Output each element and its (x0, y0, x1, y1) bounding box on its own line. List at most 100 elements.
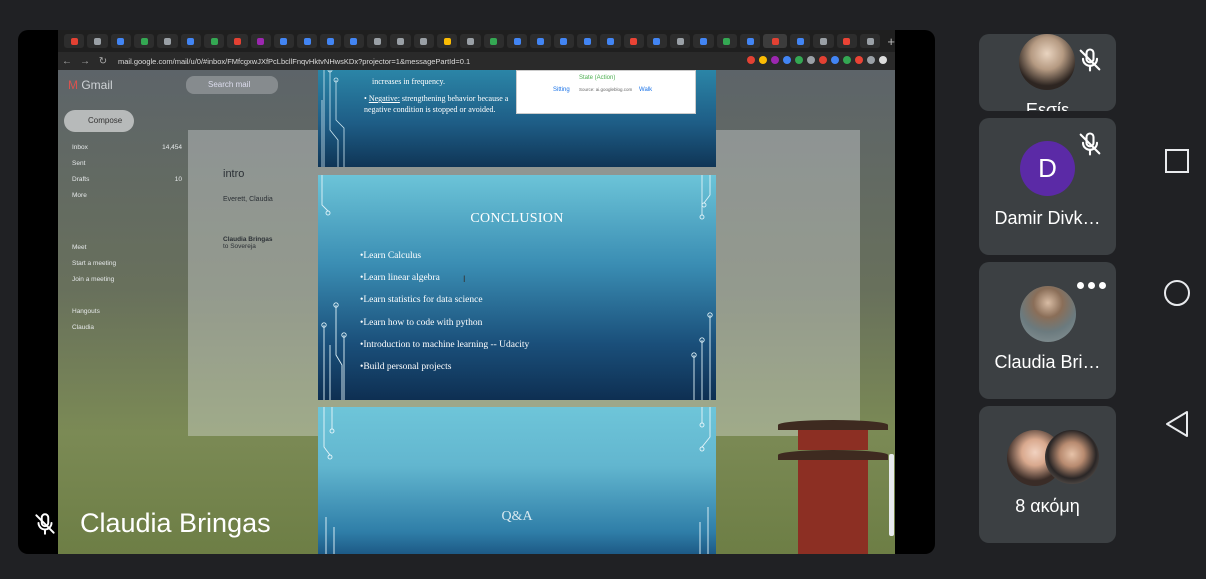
slide1-bullets: increases in frequency. • Negative: stre… (364, 77, 509, 114)
list-item: •Learn how to code with python (360, 317, 483, 328)
browser-tab (813, 34, 834, 48)
gmail-sidebar-label: Claudia (72, 324, 95, 331)
presenter-name: Claudia Bringas (80, 508, 271, 538)
participant-name: Eεσίε (1025, 100, 1070, 111)
participant-tile[interactable]: Claudia Bri… (979, 262, 1116, 399)
participant-tile[interactable]: Eεσίε (979, 34, 1116, 111)
gmail-sidebar-item: More (72, 192, 182, 208)
gmail-logo: M Gmail (68, 78, 113, 92)
browser-tab (203, 34, 225, 48)
favicon-icon (280, 37, 288, 45)
browser-address-bar: ← → ↻ mail.google.com/mail/u/0/#inbox/FM… (58, 52, 895, 70)
participant-name: Damir Divk… (994, 208, 1101, 228)
list-item: •Build personal projects (360, 361, 452, 372)
gmail-sidebar-item: Claudia (72, 324, 182, 340)
conclusion-list: •Learn Calculus •Learn linear algebra •L… (360, 251, 660, 384)
favicon-icon (653, 37, 661, 45)
gmail-sidebar-item: Inbox 14,454 (72, 144, 182, 160)
favicon-icon (676, 37, 684, 45)
favicon-icon (210, 37, 218, 45)
new-tab-icon: + (887, 33, 895, 49)
gmail-sidebar-item: Start a meeting (72, 260, 182, 276)
favicon-icon (583, 37, 591, 45)
participant-tile[interactable]: D Damir Divk… (979, 118, 1116, 255)
presenter-tile[interactable]: + ← → ↻ mail.google.com/mail/u/0/#inbox/… (18, 30, 935, 554)
browser-tab (320, 34, 341, 48)
browser-tab (530, 34, 551, 48)
browser-tab (670, 34, 691, 48)
circuit-decoration-icon (321, 175, 347, 400)
browser-tab (390, 34, 411, 48)
favicon-icon (303, 37, 311, 45)
browser-tab (576, 34, 598, 48)
browser-tab (413, 34, 434, 48)
browser-tab (646, 34, 668, 48)
mic-off-icon (1079, 48, 1101, 72)
avatar: D (1020, 141, 1075, 196)
home-icon[interactable] (1163, 279, 1191, 307)
avatar (1019, 34, 1075, 90)
browser-tab (693, 34, 714, 48)
favicon-icon (513, 37, 521, 45)
recents-icon[interactable] (1163, 147, 1191, 175)
gmail-sidebar-item: Join a meeting (72, 276, 182, 292)
circuit-decoration-icon (699, 407, 711, 554)
favicon-icon (420, 37, 428, 45)
text-cursor-icon: I (463, 274, 466, 284)
gmail-compose: Compose (64, 110, 134, 132)
favicon-icon (606, 37, 614, 45)
favicon-icon (700, 37, 708, 45)
favicon-icon (536, 37, 544, 45)
browser-tab (343, 34, 365, 48)
browser-tab (64, 34, 85, 48)
favicon-icon (257, 37, 265, 45)
scrollbar[interactable] (889, 454, 894, 536)
gmail-sidebar-label: Drafts (72, 176, 90, 183)
browser-tab (506, 34, 528, 48)
mic-off-icon (35, 512, 55, 535)
favicon-icon (163, 37, 171, 45)
shared-screen: + ← → ↻ mail.google.com/mail/u/0/#inbox/… (58, 30, 895, 554)
browser-tab (273, 34, 295, 48)
browser-tab (860, 34, 881, 48)
gmail-sidebar: Inbox 14,454 Sent Drafts 10 More Meet Start a m… (72, 144, 182, 340)
gmail-sidebar-item: Drafts 10 (72, 176, 182, 192)
browser-tab (297, 34, 318, 48)
browser-tab (180, 34, 201, 48)
browser-tab (133, 34, 155, 48)
circuit-decoration-icon (321, 70, 345, 167)
gmail-sidebar-count: 10 (174, 176, 182, 183)
favicon-icon (70, 37, 78, 45)
browser-tab (367, 34, 388, 48)
favicon-icon (723, 37, 731, 45)
favicon-icon (397, 37, 405, 45)
gmail-sidebar-label: Join a meeting (72, 276, 115, 283)
browser-tab (740, 34, 761, 48)
back-arrow-icon: ← (62, 55, 72, 67)
browser-tab (157, 34, 178, 48)
favicon-icon (350, 37, 358, 45)
forward-arrow-icon: → (80, 55, 90, 67)
favicon-icon (233, 37, 241, 45)
favicon-icon (820, 37, 828, 45)
gmail-sidebar-item: Meet (72, 244, 182, 260)
gmail-sidebar-label: Start a meeting (72, 260, 117, 267)
favicon-icon (327, 37, 335, 45)
participant-name: Claudia Bri… (994, 352, 1101, 372)
gmail-sender: Claudia Bringas to Sovereja (223, 236, 273, 250)
favicon-icon (771, 37, 779, 45)
browser-tab (600, 34, 621, 48)
mic-off-icon (1079, 132, 1101, 156)
browser-tab (483, 34, 504, 48)
extension-icons (747, 56, 887, 64)
gmail-sidebar-label: Sent (72, 160, 86, 167)
slide-title: Q&A (501, 509, 533, 524)
browser-tab (790, 34, 811, 48)
favicon-icon (187, 37, 195, 45)
rl-diagram: State (Action) Sitting Source: ai.google… (516, 70, 696, 114)
favicon-icon (466, 37, 474, 45)
gmail-subject: intro (223, 168, 245, 180)
more-participants-tile[interactable]: 8 ακόμη (979, 406, 1116, 543)
browser-tab-strip: + (58, 30, 895, 52)
back-icon[interactable] (1163, 410, 1191, 438)
